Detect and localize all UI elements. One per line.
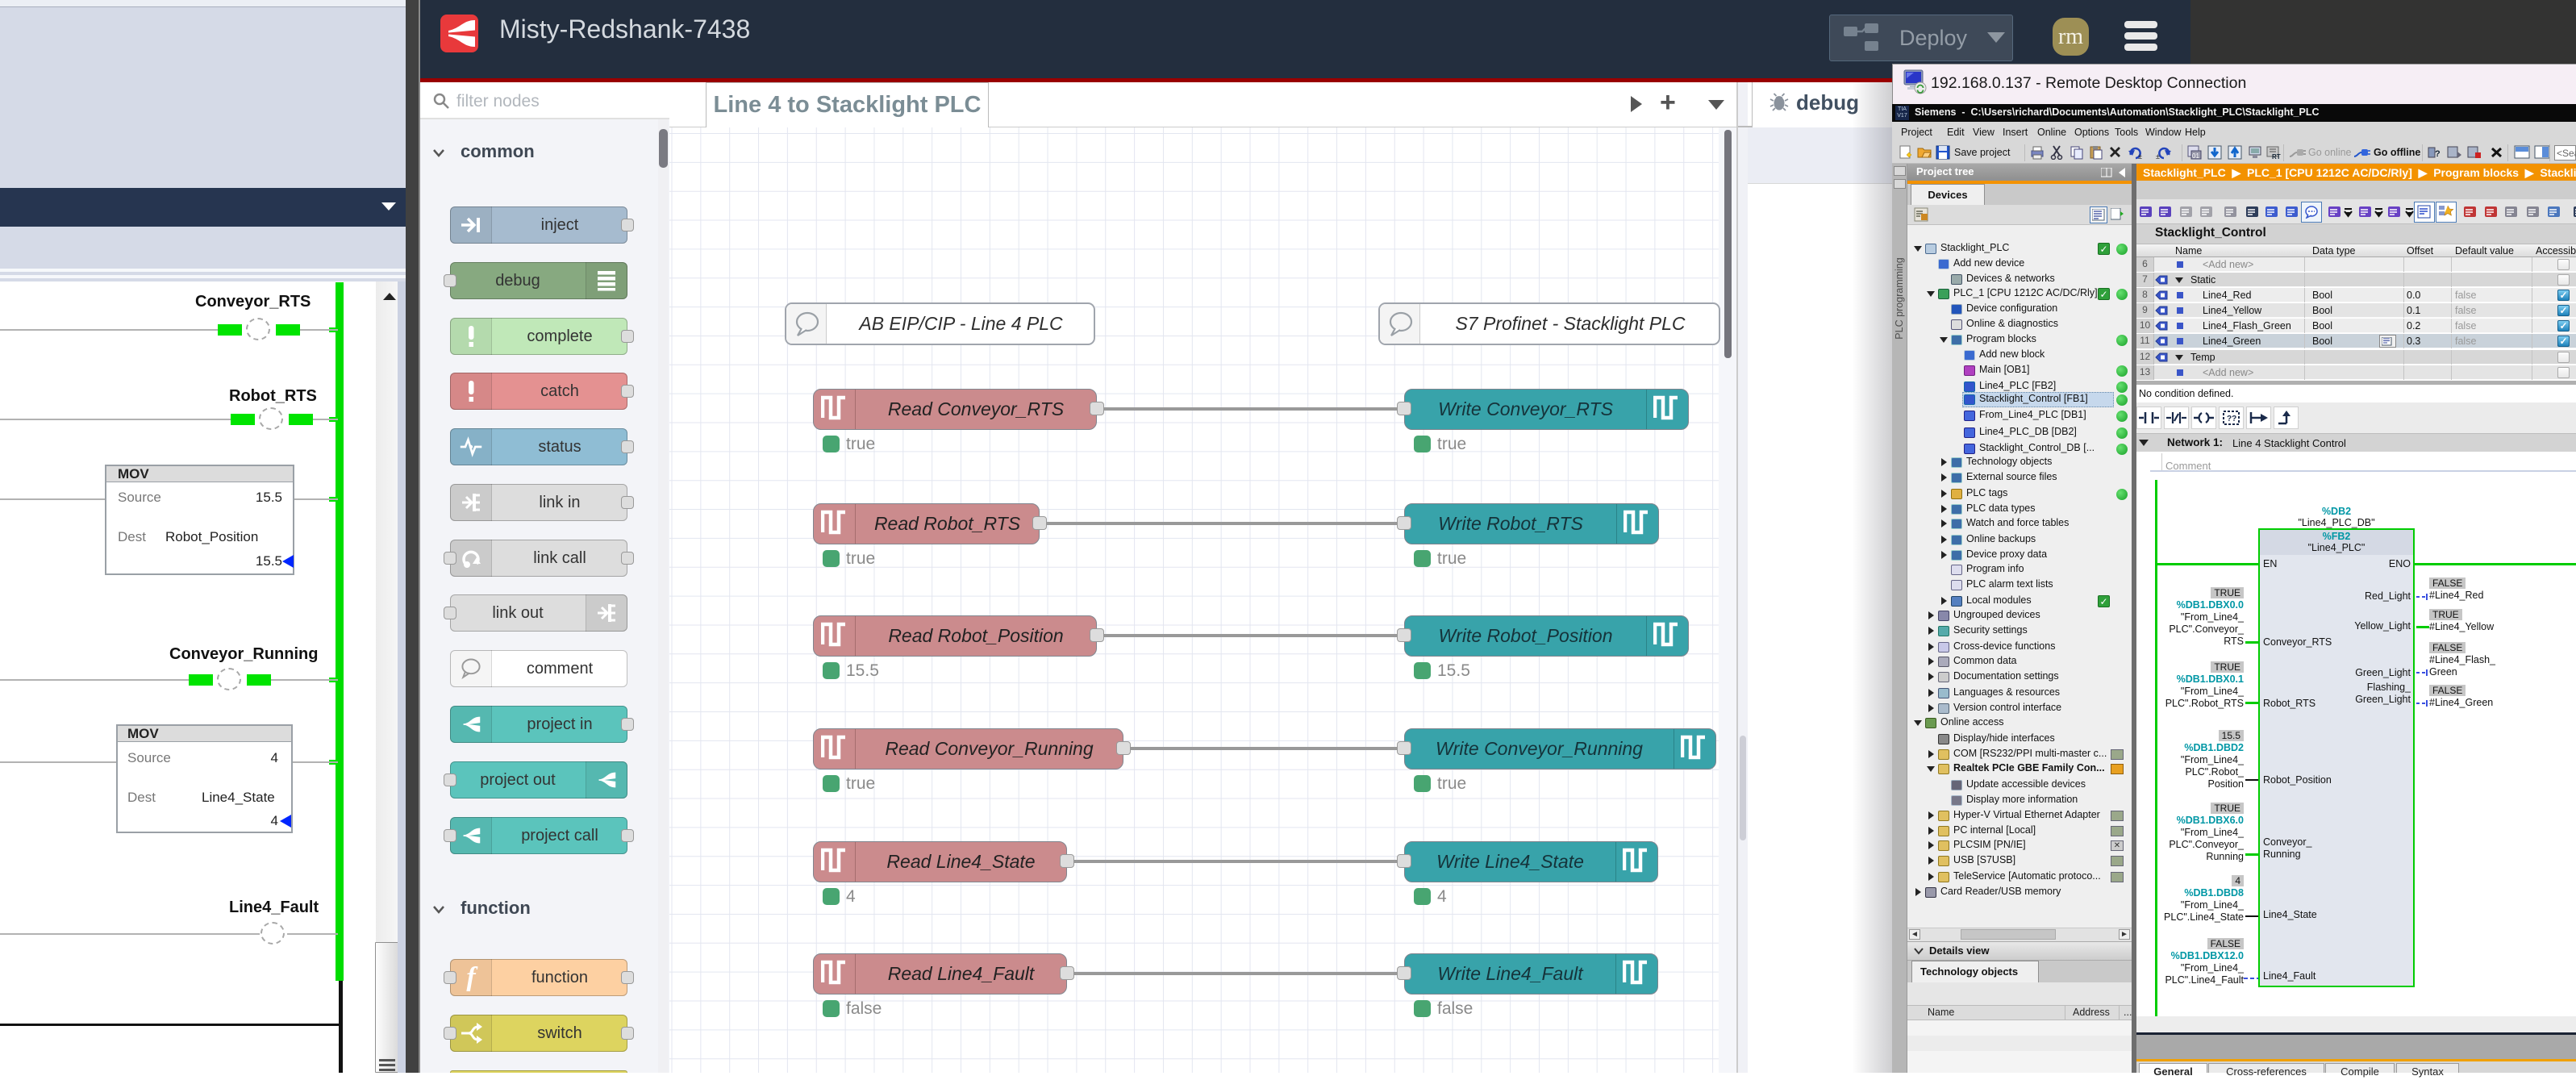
svg-text:01: 01 [2192,152,2199,160]
svg-text:RT: RT [2272,153,2281,160]
svg-text:??: ?? [2227,415,2236,423]
svg-text:?: ? [2435,149,2441,159]
svg-text:±: ± [2138,152,2142,160]
svg-text:±: ± [2156,152,2160,160]
